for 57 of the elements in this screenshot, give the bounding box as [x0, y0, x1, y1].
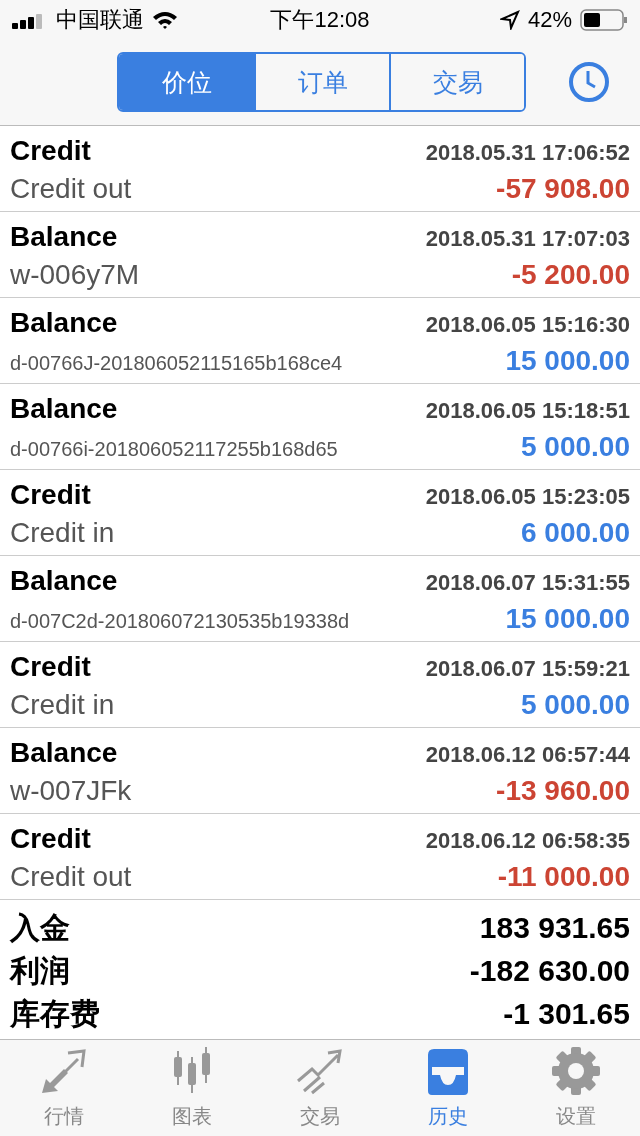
- entry-comment: Credit out: [10, 861, 132, 894]
- tab-bar-item[interactable]: 交易: [256, 1039, 384, 1136]
- wifi-icon: [152, 9, 178, 30]
- entry-type: Balance: [10, 737, 118, 770]
- entry-type: Credit: [10, 479, 91, 512]
- summary-value: -1 301.65: [503, 996, 630, 1031]
- tab-bar-item[interactable]: 图表: [128, 1039, 256, 1136]
- battery-icon: [580, 8, 628, 31]
- entry-time: 2018.05.31 17:07:03: [425, 226, 630, 253]
- entry-comment: w-007JFk: [10, 775, 132, 808]
- entry-amount: 15 000.00: [505, 345, 630, 378]
- entry-comment: Credit in: [10, 689, 115, 722]
- settings-icon: [550, 1045, 602, 1098]
- tab-bar-item[interactable]: 历史: [384, 1039, 512, 1136]
- tab-bar-item[interactable]: 行情: [0, 1039, 128, 1136]
- entry-type: Balance: [10, 221, 118, 254]
- entry-comment: Credit in: [10, 517, 115, 550]
- clock-icon[interactable]: [568, 61, 610, 103]
- entry-type: Balance: [10, 565, 118, 598]
- entry-time: 2018.06.07 15:31:55: [425, 570, 630, 597]
- entry-amount: 6 000.00: [521, 517, 630, 550]
- summary-label: 利润: [10, 952, 70, 989]
- entry-amount: 15 000.00: [505, 603, 630, 636]
- entry-comment: d-007C2d-201806072130535b19338d: [10, 610, 350, 634]
- segment-tab[interactable]: 价位: [119, 54, 254, 110]
- clock-time: 下午12:08: [270, 5, 370, 34]
- location-arrow-icon: [499, 9, 520, 30]
- segment-tab[interactable]: 交易: [389, 54, 524, 110]
- summary-value: 183 931.65: [479, 910, 630, 945]
- entry-amount: -5 200.00: [511, 259, 630, 292]
- entry-time: 2018.06.12 06:57:44: [425, 742, 630, 769]
- tab-bar-item[interactable]: 设置: [512, 1039, 640, 1136]
- entry-type: Balance: [10, 307, 118, 340]
- entry-type: Credit: [10, 823, 91, 856]
- entry-type: Balance: [10, 393, 118, 426]
- battery-percent: 42%: [527, 6, 572, 33]
- entry-amount: -11 000.00: [497, 861, 630, 894]
- entry-amount: 5 000.00: [521, 689, 630, 722]
- entry-time: 2018.06.05 15:18:51: [425, 398, 630, 425]
- entry-comment: w-006y7M: [10, 259, 140, 292]
- carrier-name: 中国联通: [56, 5, 144, 34]
- entry-time: 2018.06.12 06:58:35: [425, 828, 630, 855]
- entry-amount: -57 908.00: [496, 173, 630, 206]
- entry-time: 2018.06.07 15:59:21: [425, 656, 630, 683]
- entry-amount: 5 000.00: [521, 431, 630, 464]
- entry-type: Credit: [10, 651, 91, 684]
- entry-time: 2018.05.31 17:06:52: [425, 140, 630, 167]
- summary-value: -182 630.00: [469, 953, 630, 988]
- entry-comment: d-00766J-201806052115165b168ce4: [10, 352, 343, 376]
- entry-comment: d-00766i-201806052117255b168d65: [10, 438, 338, 462]
- entry-amount: -13 960.00: [496, 775, 630, 808]
- entry-time: 2018.06.05 15:16:30: [425, 312, 630, 339]
- entry-type: Credit: [10, 135, 91, 168]
- entry-time: 2018.06.05 15:23:05: [425, 484, 630, 511]
- entry-comment: Credit out: [10, 173, 132, 206]
- summary-label: 库存费: [10, 995, 100, 1032]
- summary-label: 入金: [10, 909, 70, 946]
